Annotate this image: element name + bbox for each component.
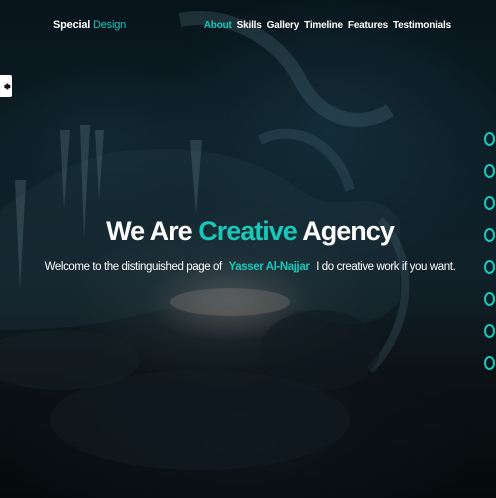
hero-title: We Are Creative Agency	[0, 216, 496, 247]
nav-link-features[interactable]: Features	[348, 20, 388, 31]
nav-link-timeline[interactable]: Timeline	[304, 20, 343, 31]
hero-name: Yasser Al-Najjar	[228, 261, 310, 273]
logo[interactable]: Special Design	[53, 19, 126, 31]
nav-link-about[interactable]: About	[204, 20, 232, 31]
bullet-footer[interactable]	[484, 356, 495, 370]
bullet-contact[interactable]	[484, 324, 495, 338]
hero-title-end: Agency	[302, 216, 395, 246]
bullet-about[interactable]	[484, 132, 495, 146]
hero-title-accent: Creative	[198, 216, 298, 246]
hero-text-after: I do creative work if you want.	[316, 261, 456, 273]
bullet-skills[interactable]	[484, 164, 495, 178]
hero-section: We Are Creative Agency Welcome to the di…	[0, 216, 496, 273]
nav-link-gallery[interactable]: Gallery	[267, 20, 300, 31]
nav-link-skills[interactable]: Skills	[237, 20, 262, 31]
bullet-testimonials[interactable]	[484, 292, 495, 306]
main-nav: About Skills Gallery Timeline Features T…	[204, 20, 451, 31]
nav-link-testimonials[interactable]: Testimonials	[393, 20, 451, 31]
hero-title-start: We Are	[106, 216, 193, 246]
bullet-gallery[interactable]	[484, 196, 495, 210]
settings-toggle-button[interactable]	[0, 75, 12, 97]
gear-icon	[3, 83, 11, 89]
site-header: Special Design About Skills Gallery Time…	[0, 0, 496, 54]
logo-primary: Special	[53, 19, 91, 31]
hero-subtitle: Welcome to the distinguished page of Yas…	[0, 261, 496, 273]
logo-accent: Design	[92, 19, 127, 31]
hero-text-before: Welcome to the distinguished page of	[44, 261, 223, 273]
